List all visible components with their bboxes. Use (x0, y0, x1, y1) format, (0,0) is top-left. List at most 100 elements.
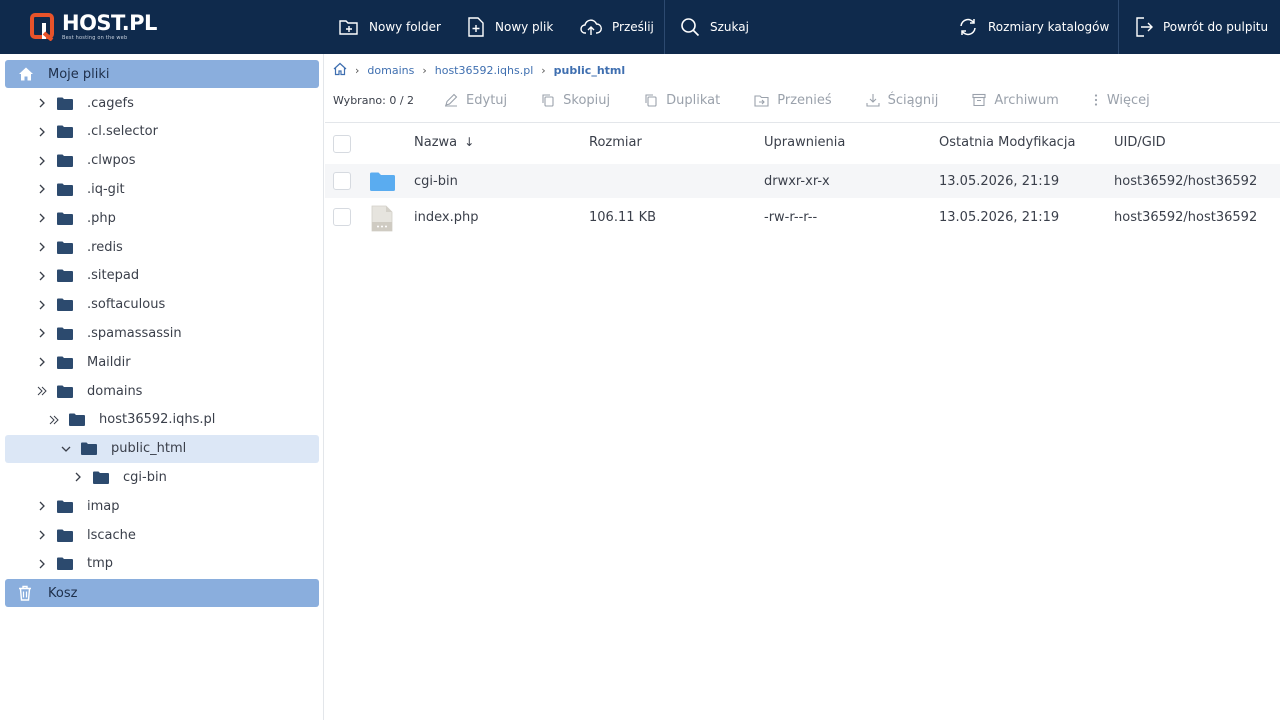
folder-icon (57, 385, 73, 398)
upload-button[interactable]: Prześlij (580, 0, 654, 54)
sidebar-item-domains[interactable]: domains (5, 377, 319, 405)
folder-icon (93, 471, 109, 484)
chevron-right-icon[interactable] (37, 98, 47, 108)
chevron-right-icon[interactable] (37, 184, 47, 194)
sidebar-item-maildir[interactable]: Maildir (5, 348, 319, 376)
sidebar-item-cl-selector[interactable]: .cl.selector (5, 118, 319, 146)
sidebar-trash[interactable]: Kosz (5, 579, 319, 607)
sidebar-item-label: cgi-bin (123, 469, 167, 485)
breadcrumb-item-domains[interactable]: domains (367, 64, 414, 77)
sidebar-item-sitepad[interactable]: .sitepad (5, 262, 319, 290)
sidebar-item-clwpos[interactable]: .clwpos (5, 147, 319, 175)
column-name-header[interactable]: Nazwa ↓ (414, 135, 474, 150)
copy-icon (542, 94, 554, 107)
sidebar-root-my-files[interactable]: Moje pliki (5, 60, 319, 88)
column-owner-header[interactable]: UID/GID (1114, 135, 1166, 150)
chevron-right-icon[interactable] (37, 242, 47, 252)
column-name-label: Nazwa (414, 135, 458, 150)
copy-button[interactable]: Skopiuj (541, 93, 610, 108)
sidebar-item-redis[interactable]: .redis (5, 233, 319, 261)
sidebar-trash-label: Kosz (48, 585, 78, 601)
file-name[interactable]: index.php (414, 210, 478, 225)
table-row[interactable]: cgi-bin drwxr-xr-x 13.05.2026, 21:19 host36… (325, 164, 1280, 198)
file-permissions: -rw-r--r-- (764, 210, 818, 225)
folder-icon (69, 413, 85, 427)
back-to-dashboard-button[interactable]: Powrót do pulpitu (1135, 0, 1268, 54)
sidebar-item-cgi-bin[interactable]: cgi-bin (5, 463, 319, 491)
sidebar-item-host36592-iqhs-pl[interactable]: host36592.iqhs.pl (5, 406, 319, 434)
chevron-down-icon[interactable] (61, 444, 71, 454)
folder-icon (57, 97, 73, 110)
sidebar-item-php[interactable]: .php (5, 204, 319, 232)
sidebar-item-tmp[interactable]: tmp (5, 550, 319, 578)
download-button[interactable]: Ściągnij (866, 92, 939, 108)
search-label: Szukaj (710, 20, 749, 34)
sort-arrow-down-icon: ↓ (464, 135, 475, 149)
sidebar-item-label: .php (87, 210, 116, 226)
chevron-right-icon[interactable] (37, 501, 47, 511)
sidebar: Moje pliki .cagefs .cl.selector .clwpos .iq… (0, 54, 324, 720)
sidebar-item-label: imap (87, 498, 120, 514)
sidebar-item-spamassassin[interactable]: .spamassassin (5, 319, 319, 347)
edit-button[interactable]: Edytuj (444, 93, 507, 108)
duplicate-button[interactable]: Duplikat (644, 93, 720, 108)
chevron-right-icon[interactable] (37, 156, 47, 166)
chevron-right-icon[interactable] (37, 127, 47, 137)
move-button[interactable]: Przenieś (754, 93, 832, 108)
chevron-right-icon[interactable] (37, 213, 47, 223)
new-folder-button[interactable]: Nowy folder (339, 0, 441, 54)
sidebar-item-label: domains (87, 383, 143, 399)
folder-icon (57, 557, 73, 571)
action-bar: Wybrano: 0 / 2 Edytuj Skopiuj Duplikat P… (333, 90, 1184, 110)
chevron-right-icon[interactable] (37, 271, 47, 281)
sidebar-item-iq-git[interactable]: .iq-git (5, 175, 319, 203)
brand-logo[interactable]: HOST.PL Best hosting on the web (30, 10, 157, 44)
file-name[interactable]: cgi-bin (414, 174, 458, 189)
chevron-right-icon[interactable] (37, 328, 47, 338)
new-file-button[interactable]: Nowy plik (467, 0, 553, 54)
chevron-right-icon[interactable] (37, 559, 47, 569)
sidebar-item-label: .redis (87, 239, 123, 255)
archive-button[interactable]: Archiwum (972, 93, 1059, 108)
sidebar-item-cagefs[interactable]: .cagefs (5, 89, 319, 117)
breadcrumb-home-icon[interactable] (333, 62, 347, 79)
folder-sizes-label: Rozmiary katalogów (988, 20, 1110, 34)
breadcrumb: › domains › host36592.iqhs.pl › public_h… (333, 62, 625, 78)
file-owner: host36592/host36592 (1114, 210, 1258, 225)
column-size-header[interactable]: Rozmiar (589, 135, 642, 150)
folder-sizes-button[interactable]: Rozmiary katalogów (958, 0, 1109, 54)
sidebar-item-label: .iq-git (87, 181, 125, 197)
selection-count: Wybrano: 0 / 2 (333, 93, 415, 107)
chevrons-right-icon[interactable] (37, 386, 47, 396)
more-vertical-icon (1094, 94, 1097, 106)
sidebar-item-softaculous[interactable]: .softaculous (5, 291, 319, 319)
table-row[interactable]: index.php 106.11 KB -rw-r--r-- 13.05.2026, … (325, 200, 1280, 234)
select-all-checkbox[interactable] (333, 135, 351, 153)
chevrons-right-icon[interactable] (49, 415, 59, 425)
archive-icon (972, 93, 986, 107)
refresh-icon (960, 18, 976, 36)
column-permissions-header[interactable]: Uprawnienia (764, 135, 845, 150)
chevron-right-icon[interactable] (37, 300, 47, 310)
breadcrumb-item-host[interactable]: host36592.iqhs.pl (435, 64, 534, 77)
folder-icon (57, 356, 73, 369)
column-modified-header[interactable]: Ostatnia Modyfikacja (939, 135, 1075, 150)
sidebar-item-public-html[interactable]: public_html (5, 434, 319, 463)
chevron-right-icon: › (355, 63, 360, 77)
file-modified: 13.05.2026, 21:19 (939, 210, 1060, 225)
more-button[interactable]: Więcej (1093, 93, 1150, 108)
chevron-right-icon[interactable] (73, 472, 83, 482)
row-checkbox[interactable] (333, 208, 351, 226)
chevron-right-icon[interactable] (37, 357, 47, 367)
folder-icon (57, 183, 73, 196)
row-checkbox[interactable] (333, 172, 351, 190)
cloud-upload-icon (580, 19, 602, 35)
chevron-right-icon[interactable] (37, 530, 47, 540)
new-file-label: Nowy plik (495, 20, 554, 34)
search-button[interactable]: Szukaj (680, 0, 749, 54)
sidebar-root-label: Moje pliki (48, 66, 110, 82)
sidebar-item-lscache[interactable]: lscache (5, 521, 319, 549)
sidebar-item-imap[interactable]: imap (5, 492, 319, 520)
folder-icon (57, 529, 73, 542)
download-label: Ściągnij (887, 92, 939, 108)
